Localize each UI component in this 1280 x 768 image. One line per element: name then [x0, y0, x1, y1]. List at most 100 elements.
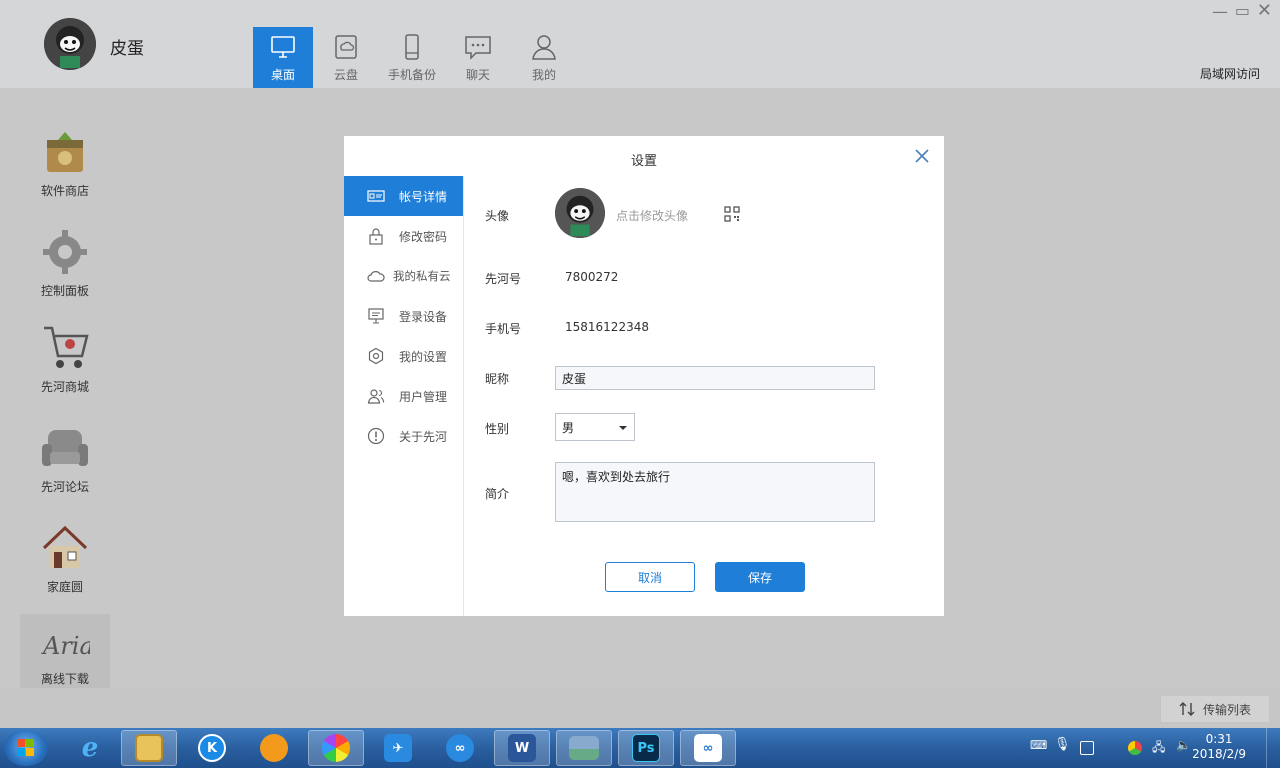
- menu-label: 登录设备: [399, 309, 448, 324]
- hexagon-settings-icon: [368, 347, 384, 365]
- cancel-button[interactable]: 取消: [605, 562, 695, 592]
- nav-cloud-disk-label: 云盘: [333, 68, 358, 82]
- feige-icon: ✈: [384, 734, 412, 762]
- menu-my-settings[interactable]: 我的设置: [344, 336, 463, 376]
- desktop-icon: [271, 36, 295, 58]
- taskbar-explorer[interactable]: [121, 730, 177, 766]
- photoshop-icon: Ps: [632, 734, 660, 762]
- taskbar-feige[interactable]: ✈: [370, 730, 426, 766]
- input-method-icon[interactable]: [1080, 741, 1094, 755]
- nav-cloud-disk[interactable]: 云盘: [313, 27, 379, 88]
- nav-desktop-label: 桌面: [270, 68, 295, 82]
- transfer-list-button[interactable]: 传输列表: [1160, 695, 1270, 723]
- change-avatar-link[interactable]: 点击修改头像: [616, 207, 688, 224]
- taskbar-baidu-netdisk[interactable]: ∞: [432, 730, 488, 766]
- bottom-bar: [0, 688, 1280, 728]
- info-icon: [367, 427, 385, 445]
- maximize-icon[interactable]: ▭: [1235, 1, 1250, 20]
- shopping-cart-icon: [44, 326, 89, 368]
- bio-label: 简介: [485, 487, 510, 501]
- bio-field[interactable]: 嗯，喜欢到处去旅行: [555, 462, 875, 522]
- nav-mine[interactable]: 我的: [511, 27, 577, 88]
- nav-phone-backup-label: 手机备份: [387, 68, 436, 82]
- menu-private-cloud[interactable]: 我的私有云: [344, 256, 463, 296]
- ie-icon: e: [81, 733, 99, 763]
- menu-login-devices[interactable]: 登录设备: [344, 296, 463, 336]
- avatar[interactable]: [555, 188, 605, 238]
- nickname-field[interactable]: [555, 366, 875, 390]
- id-card-icon: [367, 190, 385, 202]
- qr-code-icon[interactable]: [724, 206, 740, 222]
- taskbar-photos[interactable]: [308, 730, 364, 766]
- gender-select[interactable]: 男: [555, 413, 635, 441]
- chat-icon: [465, 36, 491, 60]
- taskbar-image-viewer[interactable]: [556, 730, 612, 766]
- desktop-app-label: 先河商城: [40, 380, 89, 394]
- taskbar-kugou[interactable]: K: [184, 730, 240, 766]
- taskbar-xianhe-cloud[interactable]: ∞: [680, 730, 736, 766]
- forum-sofa-icon: [42, 430, 88, 466]
- taskbar-uc[interactable]: [246, 730, 302, 766]
- settings-menu: 帐号详情 修改密码 我的私有云 登录设备 我的设置 用户管理 关于先河: [344, 176, 464, 616]
- software-store-icon: [47, 132, 83, 172]
- id-label: 先河号: [485, 272, 522, 286]
- close-window-icon[interactable]: ✕: [1257, 0, 1272, 21]
- taskbar-photoshop[interactable]: Ps: [618, 730, 674, 766]
- photos-icon: [322, 734, 350, 762]
- word-icon: W: [508, 734, 536, 762]
- menu-user-management[interactable]: 用户管理: [344, 376, 463, 416]
- menu-about[interactable]: 关于先河: [344, 416, 463, 456]
- keyboard-icon[interactable]: ⌨: [1030, 738, 1047, 752]
- nav-desktop[interactable]: 桌面: [253, 27, 313, 88]
- file-explorer-icon: [135, 734, 163, 762]
- minimize-icon[interactable]: —: [1212, 2, 1228, 21]
- user-avatar[interactable]: [44, 18, 96, 70]
- desktop-app-label: 家庭圆: [46, 580, 83, 594]
- main-nav: 桌面 云盘 手机备份 聊天 我的: [253, 27, 577, 88]
- transfer-list-label: 传输列表: [1202, 702, 1251, 717]
- phone-icon: [405, 34, 419, 60]
- taskbar: e K ✈ ∞ W Ps ∞ ⌨ 🎙 🖧 🔈 0:31 2018/2/9: [0, 728, 1280, 768]
- show-desktop-button[interactable]: [1266, 728, 1280, 768]
- settings-dialog: 设置 帐号详情 修改密码 我的私有云 登录设备 我的设置 用户管理 关于先河 头…: [344, 136, 944, 616]
- taskbar-ie[interactable]: e: [62, 730, 118, 766]
- desktop-app-offline-download[interactable]: Aria 离线下载: [20, 614, 110, 688]
- nav-chat[interactable]: 聊天: [445, 27, 511, 88]
- clock[interactable]: 0:31 2018/2/9: [1192, 732, 1246, 762]
- nav-chat-label: 聊天: [465, 68, 490, 82]
- menu-label: 我的设置: [399, 349, 448, 364]
- lan-access-link[interactable]: 局域网访问: [1200, 65, 1260, 82]
- xianhe-cloud-icon: ∞: [694, 734, 722, 762]
- network-icon[interactable]: 🖧: [1152, 738, 1166, 754]
- kugou-icon: K: [198, 734, 226, 762]
- baidu-netdisk-icon: ∞: [446, 734, 474, 762]
- phone-value: 15816122348: [565, 320, 649, 334]
- menu-label: 帐号详情: [399, 189, 448, 204]
- desktop-app-label: 软件商店: [40, 184, 89, 198]
- desktop-app-xianhe-forum[interactable]: 先河论坛: [20, 424, 110, 498]
- save-button[interactable]: 保存: [715, 562, 805, 592]
- menu-account-details[interactable]: 帐号详情: [344, 176, 463, 216]
- desktop-app-family-circle[interactable]: 家庭圆: [20, 524, 110, 598]
- desktop-app-control-panel[interactable]: 控制面板: [20, 228, 110, 302]
- close-icon[interactable]: [914, 148, 930, 164]
- transfer-arrows-icon: [1179, 702, 1195, 716]
- nav-mine-label: 我的: [531, 68, 556, 82]
- chrome-icon[interactable]: [1128, 741, 1142, 755]
- monitor-icon: [368, 308, 384, 324]
- desktop-app-software-store[interactable]: 软件商店: [20, 128, 110, 202]
- menu-change-password[interactable]: 修改密码: [344, 216, 463, 256]
- cloud-disk-icon: [335, 35, 357, 59]
- start-button[interactable]: [4, 730, 48, 766]
- taskbar-word[interactable]: W: [494, 730, 550, 766]
- nav-phone-backup[interactable]: 手机备份: [379, 27, 445, 88]
- aria-icon: Aria: [41, 632, 90, 660]
- windows-logo-icon: [17, 739, 34, 756]
- desktop-app-xianhe-mall[interactable]: 先河商城: [20, 324, 110, 398]
- microphone-icon[interactable]: 🎙: [1054, 737, 1071, 752]
- image-viewer-icon: [569, 736, 599, 760]
- volume-icon[interactable]: 🔈: [1176, 738, 1191, 752]
- system-tray: ⌨ 🎙 🖧 🔈 0:31 2018/2/9: [1010, 728, 1280, 768]
- cloud-icon: [367, 271, 385, 282]
- app-header: 皮蛋 桌面 云盘 手机备份 聊天 我的 — ▭ ✕ 局域网访问: [0, 0, 1280, 88]
